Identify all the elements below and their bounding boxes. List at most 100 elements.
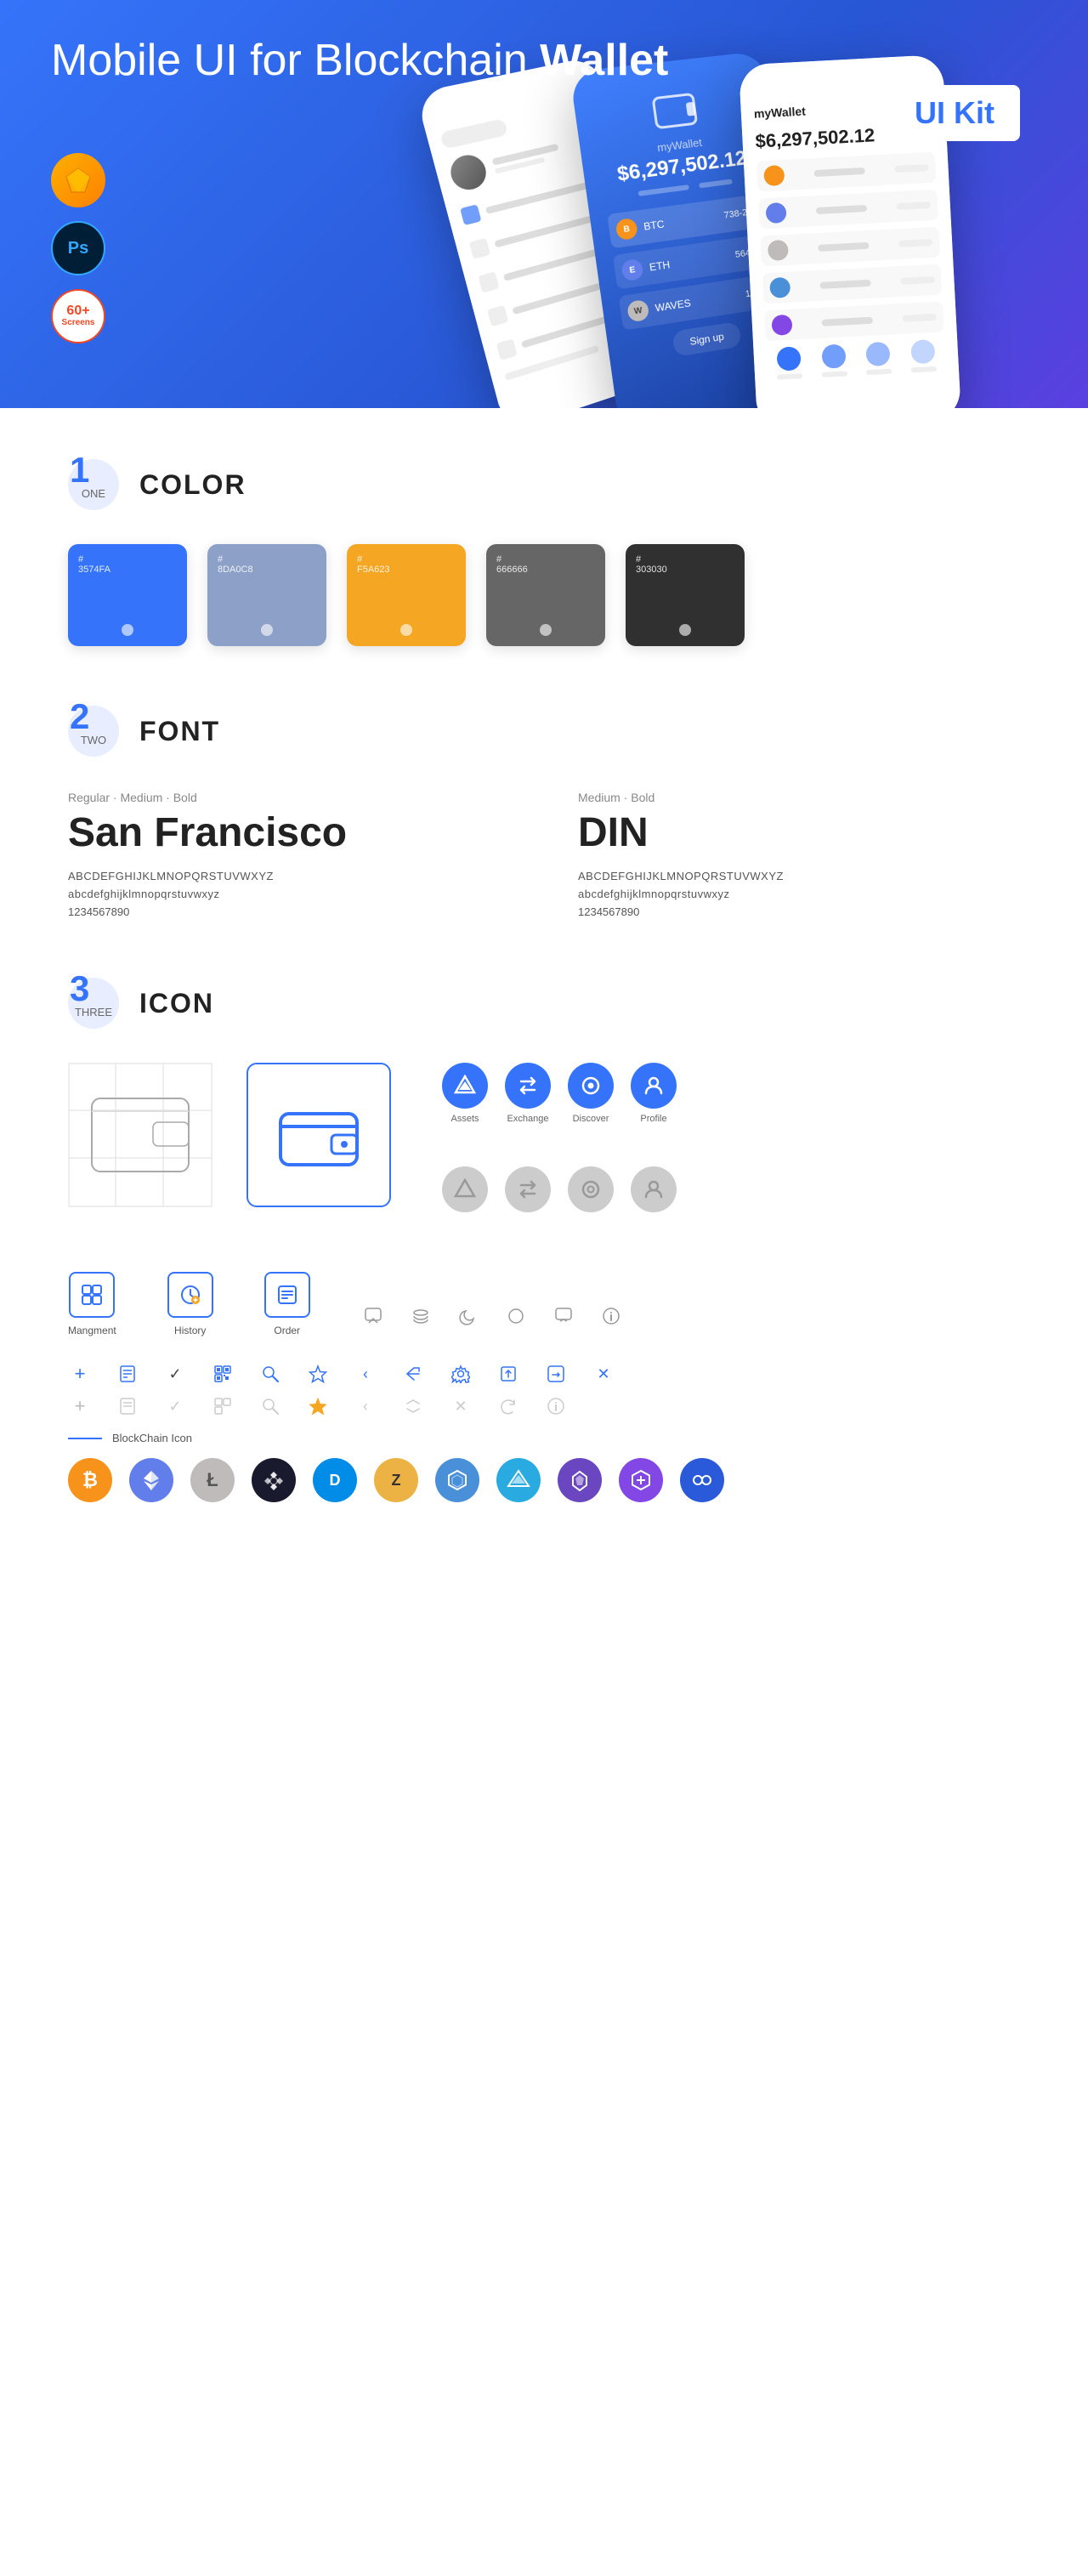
ps-badge: Ps — [51, 221, 105, 275]
icon-section: 3 THREE ICON — [68, 978, 1020, 1502]
hero-title: Mobile UI for Blockchain Wallet — [51, 34, 668, 87]
color-card-blue: #3574FA — [68, 544, 187, 646]
sf-weights: Regular · Medium · Bold — [68, 791, 510, 804]
assets-outline-icon — [442, 1166, 488, 1212]
history-icon — [167, 1272, 213, 1318]
misc-icons — [361, 1304, 623, 1336]
icon-large-wrap — [68, 1063, 391, 1207]
profile-outline-icon — [631, 1166, 677, 1212]
section-num-2: 2 TWO — [68, 706, 119, 757]
icon-item-assets-outline — [442, 1166, 488, 1212]
gear-icon — [449, 1362, 473, 1386]
color-swatch-dark-grey: #666666 — [486, 544, 605, 646]
icon-wallet-final — [246, 1063, 391, 1207]
icon-item-discover-outline — [568, 1166, 614, 1212]
x-icon-gray: ✕ — [449, 1394, 473, 1418]
speech-icon — [552, 1304, 575, 1328]
section-num-3: 3 THREE — [68, 978, 119, 1029]
qr-icon — [211, 1362, 235, 1386]
color-swatch-blue: #3574FA — [68, 544, 187, 646]
search-icon — [258, 1362, 282, 1386]
section-num-1: 1 ONE — [68, 459, 119, 510]
hero-text: Mobile UI for Blockchain Wallet — [51, 34, 668, 95]
management-label: Mangment — [68, 1325, 116, 1336]
check-icon: ✓ — [163, 1362, 187, 1386]
profile-icon — [631, 1063, 677, 1109]
profile-label: Profile — [640, 1114, 666, 1124]
close-icon: ✕ — [592, 1362, 615, 1386]
app-nav-row: Mangment History Order — [68, 1272, 1020, 1336]
font-cols: Regular · Medium · Bold San Francisco AB… — [68, 791, 1020, 918]
sf-lower: abcdefghijklmnopqrstuvwxyz — [68, 888, 510, 900]
discover-icon — [568, 1063, 614, 1109]
misc-icons-row1 — [361, 1304, 623, 1328]
discover-label: Discover — [573, 1114, 609, 1124]
qr-icon-gray — [211, 1394, 235, 1418]
din-weights: Medium · Bold — [578, 791, 1020, 804]
color-card-grey: #8DA0C8 — [207, 544, 326, 646]
icon-item-profile-outline — [631, 1166, 677, 1212]
screens-badge: 60+ Screens — [51, 289, 105, 343]
blockchain-icons-row: ₿ Ł D Z — [68, 1458, 1020, 1502]
moon-icon — [456, 1304, 480, 1328]
matic-icon — [619, 1458, 663, 1502]
note-icon — [116, 1362, 139, 1386]
color-swatch-orange: #F5A623 — [347, 544, 466, 646]
order-icon — [264, 1272, 310, 1318]
color-title: COLOR — [139, 469, 246, 501]
history-icon-item: History — [167, 1272, 213, 1336]
check-icon-gray: ✓ — [163, 1394, 187, 1418]
color-section: 1 ONE COLOR #3574FA #8DA0C8 #F5A623 — [68, 459, 1020, 646]
layers-icon — [409, 1304, 433, 1328]
ltc-icon: Ł — [190, 1458, 235, 1502]
font-col-sf: Regular · Medium · Bold San Francisco AB… — [68, 791, 510, 918]
font-section: 2 TWO FONT Regular · Medium · Bold San F… — [68, 706, 1020, 918]
icon-item-exchange-outline — [505, 1166, 551, 1212]
font-col-din: Medium · Bold DIN ABCDEFGHIJKLMNOPQRSTUV… — [578, 791, 1020, 918]
chat-icon — [361, 1304, 385, 1328]
note-icon-gray — [116, 1394, 139, 1418]
info-icon — [599, 1304, 623, 1328]
small-icons-row-1: + ✓ ‹ — [68, 1362, 1020, 1386]
color-section-header: 1 ONE COLOR — [68, 459, 1020, 510]
badges-column: Ps 60+ Screens — [51, 153, 105, 343]
management-icon — [69, 1272, 115, 1318]
sf-upper: ABCDEFGHIJKLMNOPQRSTUVWXYZ — [68, 870, 510, 882]
color-card-dark-grey: #666666 — [486, 544, 605, 646]
color-dot — [122, 624, 133, 636]
assets-label: Assets — [450, 1114, 479, 1124]
management-icon-item: Mangment — [68, 1272, 116, 1336]
exchange-outline-icon — [505, 1166, 551, 1212]
nav-icons-filled: Assets Exchange Discover — [442, 1063, 677, 1124]
icon-item-profile: Profile — [631, 1063, 677, 1124]
color-dot — [261, 624, 273, 636]
hex-icon — [435, 1458, 479, 1502]
icon-section-header: 3 THREE ICON — [68, 978, 1020, 1029]
color-dot — [679, 624, 691, 636]
star-icon-gold — [306, 1394, 330, 1418]
nav-icons-area: Assets Exchange Discover — [442, 1063, 677, 1238]
star-icon — [306, 1362, 330, 1386]
plus-icon-gray: + — [68, 1394, 92, 1418]
arw-icon — [558, 1458, 602, 1502]
color-card-orange: #F5A623 — [347, 544, 466, 646]
eth-icon — [129, 1458, 173, 1502]
font-section-header: 2 TWO FONT — [68, 706, 1020, 757]
search-icon-gray — [258, 1394, 282, 1418]
info-icon-gray — [544, 1394, 568, 1418]
exchange-icon — [505, 1063, 551, 1109]
font-title: FONT — [139, 716, 220, 747]
arrows-icon-gray — [401, 1394, 425, 1418]
sf-name: San Francisco — [68, 809, 510, 856]
nav-icons-outline — [442, 1166, 677, 1212]
btc-icon: ₿ — [68, 1458, 112, 1502]
plus-icon: + — [68, 1362, 92, 1386]
blockchain-divider: BlockChain Icon — [68, 1432, 1020, 1444]
bnb-icon — [252, 1458, 296, 1502]
icon-item-exchange: Exchange — [505, 1063, 551, 1124]
history-label: History — [174, 1325, 206, 1336]
color-dot — [400, 624, 412, 636]
order-label: Order — [274, 1325, 300, 1336]
color-card-black: #303030 — [626, 544, 745, 646]
ui-kit-badge: UI Kit — [889, 85, 1020, 141]
